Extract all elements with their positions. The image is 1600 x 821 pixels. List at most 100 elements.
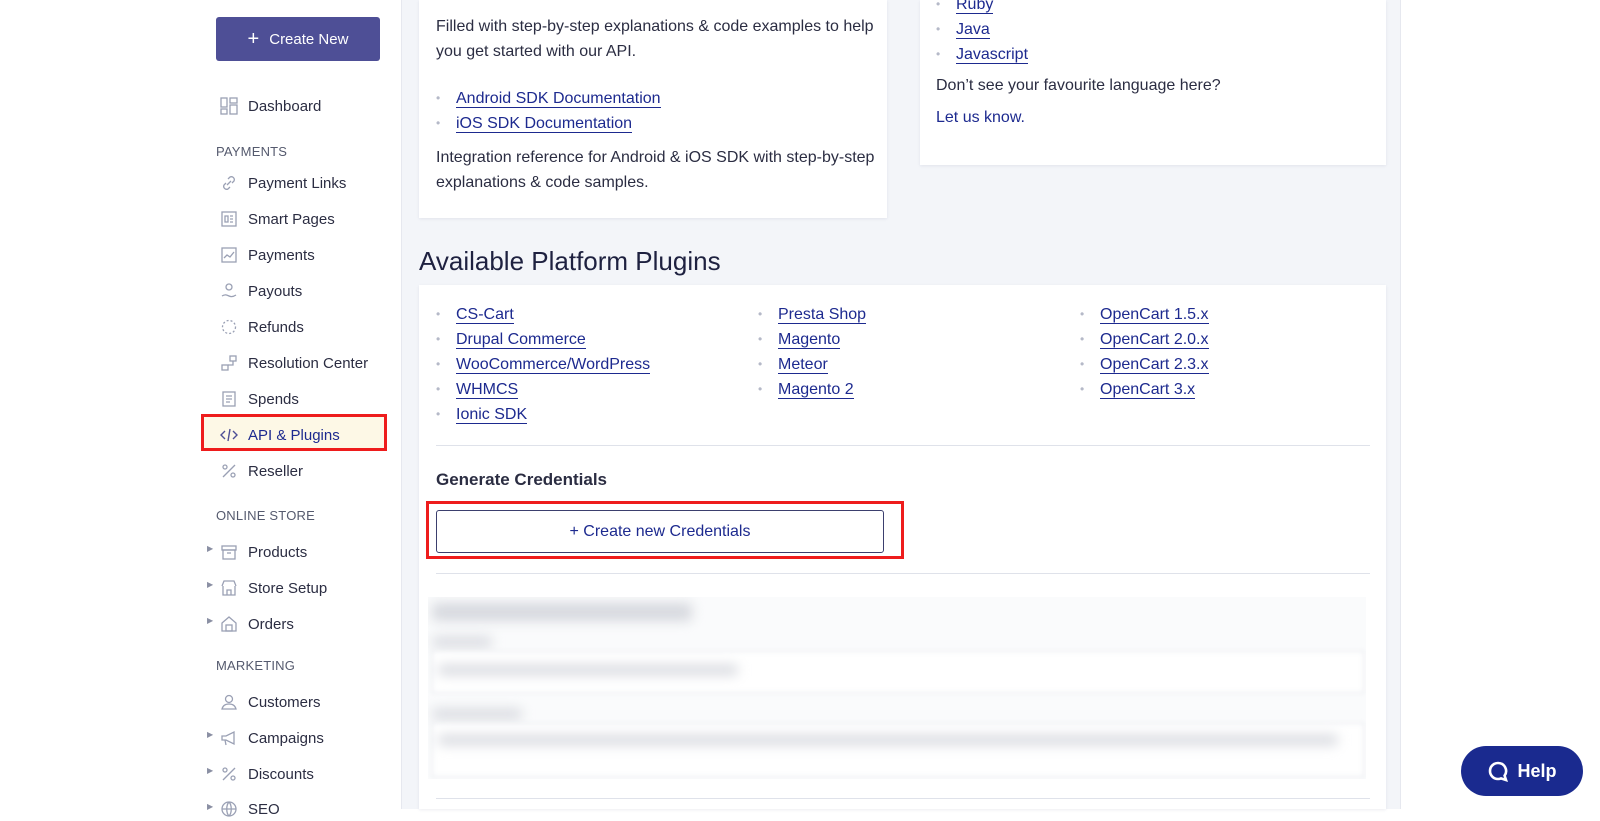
plugin-link[interactable]: OpenCart 1.5.x (1100, 306, 1209, 324)
java-link[interactable]: Java (956, 21, 990, 39)
plugin-link[interactable]: Presta Shop (778, 306, 867, 324)
sidebar-item-payment-links[interactable]: Payment Links (220, 171, 346, 195)
chart-icon (220, 246, 238, 264)
plugin-list-col2: Presta Shop Magento Meteor Magento 2 (758, 302, 867, 402)
create-new-label: Create New (269, 30, 349, 48)
sidebar-item-label: Dashboard (248, 97, 322, 115)
caret-right-icon[interactable]: ▶ (207, 766, 213, 775)
sidebar-item-payments[interactable]: Payments (220, 243, 315, 267)
sidebar-item-label: Refunds (248, 318, 304, 336)
dashboard-icon (220, 97, 238, 115)
ruby-link[interactable]: Ruby (956, 0, 994, 14)
caret-right-icon[interactable]: ▶ (207, 580, 213, 589)
docs-link-list: Android SDK Documentation iOS SDK Docume… (436, 86, 661, 136)
plugin-link[interactable]: Magento 2 (778, 381, 854, 399)
list-item: Meteor (758, 352, 866, 377)
let-us-know-link[interactable]: Let us know. (936, 105, 1025, 130)
javascript-link[interactable]: Javascript (956, 46, 1029, 64)
sidebar-item-label: Products (248, 543, 308, 561)
megaphone-icon (220, 729, 238, 747)
language-list: Ruby Java Javascript (936, 0, 1029, 67)
help-button[interactable]: Help (1461, 746, 1583, 796)
blurred-text (432, 603, 692, 621)
sidebar-item-customers[interactable]: Customers (220, 690, 321, 714)
sidebar-item-label: Orders (248, 615, 294, 633)
receipt-icon (220, 390, 238, 408)
sidebar-item-api-plugins[interactable]: API & Plugins (220, 423, 340, 447)
sidebar-item-label: Customers (248, 693, 321, 711)
plugin-list-col1: CS-Cart Drupal Commerce WooCommerce/Word… (436, 302, 651, 427)
list-item: Java (936, 17, 1028, 42)
sidebar-item-label: Store Setup (248, 579, 328, 597)
blurred-text (432, 709, 522, 719)
docs-intro: Filled with step-by-step explanations & … (436, 18, 874, 60)
android-sdk-link[interactable]: Android SDK Documentation (456, 90, 661, 108)
generate-credentials-heading: Generate Credentials (436, 470, 608, 489)
plugin-link[interactable]: Ionic SDK (456, 406, 528, 424)
sidebar-item-campaigns[interactable]: Campaigns (220, 726, 324, 750)
plugin-link[interactable]: OpenCart 2.3.x (1100, 356, 1209, 374)
percent-icon (220, 765, 238, 783)
divider (436, 573, 1370, 574)
percent-icon (220, 462, 238, 480)
list-item: OpenCart 1.5.x (1080, 302, 1209, 327)
sidebar: + Create New Dashboard PAYMENTS Payment … (0, 0, 402, 818)
list-item: iOS SDK Documentation (436, 111, 661, 136)
list-item: OpenCart 2.3.x (1080, 352, 1209, 377)
list-item: Javascript (936, 42, 1029, 67)
sidebar-item-products[interactable]: Products (220, 540, 307, 564)
language-prompt: Don’t see your favourite language here? (936, 77, 1221, 94)
help-label: Help (1517, 760, 1557, 781)
list-item: WHMCS (436, 377, 650, 402)
sidebar-item-reseller[interactable]: Reseller (220, 459, 303, 483)
sidebar-item-label: Campaigns (248, 729, 324, 747)
plugin-link[interactable]: WHMCS (456, 381, 519, 399)
plugin-link[interactable]: Meteor (778, 356, 828, 374)
sidebar-item-store-setup[interactable]: Store Setup (220, 576, 327, 600)
page-icon (220, 210, 238, 228)
plugin-link[interactable]: CS-Cart (456, 306, 514, 324)
caret-right-icon[interactable]: ▶ (207, 802, 213, 811)
list-item: Magento 2 (758, 377, 866, 402)
plugins-heading: Available Platform Plugins (419, 246, 721, 276)
sidebar-item-label: Spends (248, 390, 299, 408)
plugin-list-col3: OpenCart 1.5.x OpenCart 2.0.x OpenCart 2… (1080, 302, 1209, 402)
sidebar-item-refunds[interactable]: Refunds (220, 315, 304, 339)
create-credentials-button[interactable]: + Create new Credentials (436, 510, 884, 553)
sidebar-item-dashboard[interactable]: Dashboard (220, 94, 321, 118)
section-label-marketing: MARKETING (216, 658, 296, 673)
sidebar-item-spends[interactable]: Spends (220, 387, 299, 411)
sidebar-item-label: Payments (248, 246, 315, 264)
sidebar-item-label: Discounts (248, 765, 314, 783)
plugin-link[interactable]: OpenCart 2.0.x (1100, 331, 1209, 349)
payout-icon (220, 282, 238, 300)
sidebar-item-smart-pages[interactable]: Smart Pages (220, 207, 335, 231)
list-item: Presta Shop (758, 302, 867, 327)
ios-sdk-link[interactable]: iOS SDK Documentation (456, 115, 633, 133)
sidebar-item-label: Resolution Center (248, 354, 369, 372)
store-icon (220, 579, 238, 597)
refund-icon (220, 318, 238, 336)
section-label-payments: PAYMENTS (216, 144, 288, 159)
sidebar-item-discounts[interactable]: Discounts (220, 762, 314, 786)
plugin-link[interactable]: WooCommerce/WordPress (456, 356, 651, 374)
code-icon (220, 426, 238, 444)
plugin-link[interactable]: Magento (778, 331, 841, 349)
plugin-link[interactable]: Drupal Commerce (456, 331, 586, 349)
list-item: CS-Cart (436, 302, 650, 327)
globe-icon (220, 800, 238, 818)
sidebar-item-orders[interactable]: Orders (220, 612, 294, 636)
sidebar-item-seo[interactable]: SEO (220, 797, 280, 821)
caret-right-icon[interactable]: ▶ (207, 616, 213, 625)
plugin-link[interactable]: OpenCart 3.x (1100, 381, 1196, 399)
divider (436, 798, 1370, 799)
right-gutter (1400, 0, 1600, 809)
caret-right-icon[interactable]: ▶ (207, 730, 213, 739)
list-item: WooCommerce/WordPress (436, 352, 651, 377)
sidebar-item-resolution-center[interactable]: Resolution Center (220, 351, 368, 375)
sidebar-item-label: SEO (248, 800, 280, 818)
sidebar-item-payouts[interactable]: Payouts (220, 279, 302, 303)
create-new-button[interactable]: + Create New (216, 17, 380, 61)
list-item: Magento (758, 327, 866, 352)
caret-right-icon[interactable]: ▶ (207, 544, 213, 553)
